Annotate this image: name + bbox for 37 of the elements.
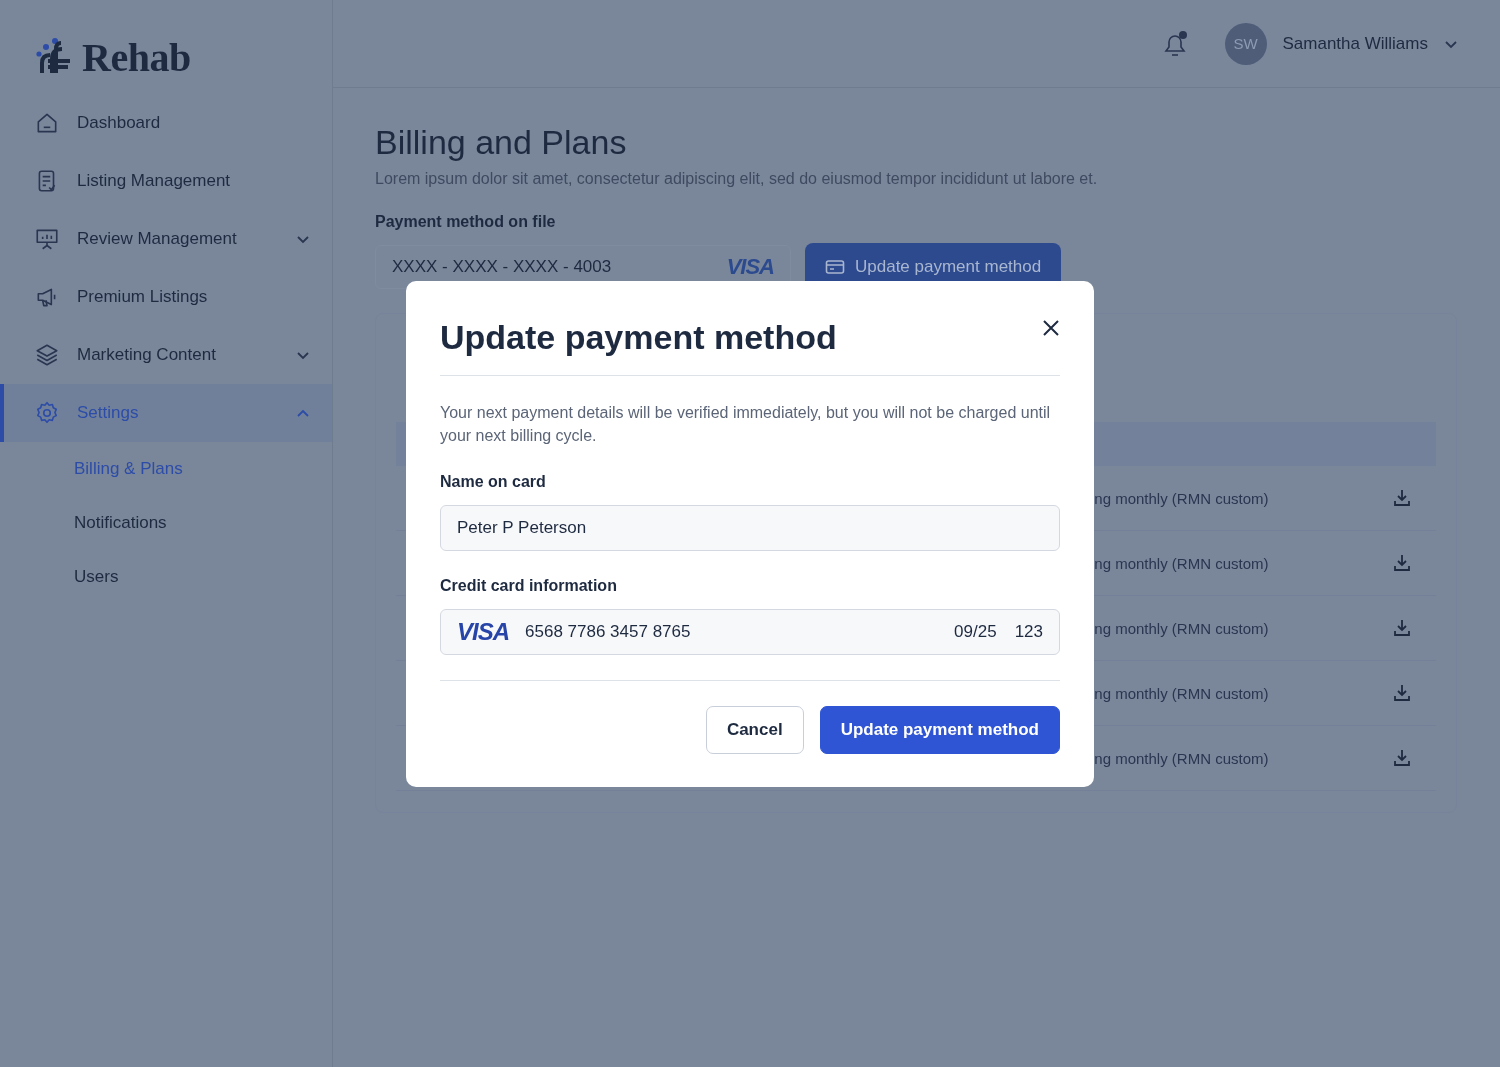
download-icon[interactable] — [1392, 553, 1412, 573]
close-icon[interactable] — [1042, 319, 1060, 337]
card-number: XXXX - XXXX - XXXX - 4003 — [392, 257, 612, 277]
card-brand: VISA — [726, 254, 774, 280]
nav-icon — [34, 400, 60, 426]
page-title: Billing and Plans — [375, 122, 628, 162]
card-input-field[interactable]: VISA 6568 7786 3457 8765 09/25 123 — [440, 609, 1060, 655]
sidebar-item[interactable]: Dashboard — [0, 94, 332, 152]
card-brand: VISA — [457, 618, 509, 646]
user-avatar[interactable]: SW — [1224, 22, 1267, 65]
name-input-field[interactable]: Peter P Peterson — [440, 505, 1060, 551]
sidebar-subitem[interactable]: Billing & Plans — [74, 442, 183, 496]
sidebar-subitem[interactable]: Notifications — [74, 496, 167, 550]
modal-title: Update payment method — [440, 317, 837, 358]
nav-icon — [34, 342, 60, 368]
card-cvc: 123 — [1014, 622, 1043, 642]
update-button[interactable]: Update payment method — [819, 706, 1060, 754]
download-icon[interactable] — [1392, 683, 1412, 703]
card-icon — [825, 259, 845, 275]
user-name[interactable]: Samantha Williams — [1282, 33, 1428, 54]
section-label: Payment method on file — [375, 213, 557, 231]
field-label: Name on card — [440, 473, 547, 491]
card-number: 6568 7786 3457 8765 — [525, 622, 691, 642]
sidebar-item[interactable]: Premium Listings — [0, 268, 332, 326]
download-icon[interactable] — [1392, 618, 1412, 638]
sidebar-subitem[interactable]: Users — [74, 550, 119, 604]
download-icon[interactable] — [1392, 488, 1412, 508]
page-description: Lorem ipsum dolor sit amet, consectetur adipiscing elit, sed do eiusmod tempor incididunt ut labore et. — [375, 170, 1099, 188]
sidebar-item[interactable]: Marketing Content — [0, 326, 332, 384]
download-icon[interactable] — [1392, 748, 1412, 768]
logo-text: Rehab — [82, 33, 191, 81]
field-label: Credit card information — [440, 577, 618, 595]
modal-description: Your next payment details will be verified immediately, but you will not be charged until your next billing cycle. — [440, 403, 1052, 446]
sidebar-item[interactable]: Review Management — [0, 210, 332, 268]
card-expiry: 09/25 — [954, 622, 997, 642]
cancel-button[interactable]: Cancel — [705, 706, 804, 754]
sidebar-item[interactable]: Listing Management — [0, 152, 332, 210]
